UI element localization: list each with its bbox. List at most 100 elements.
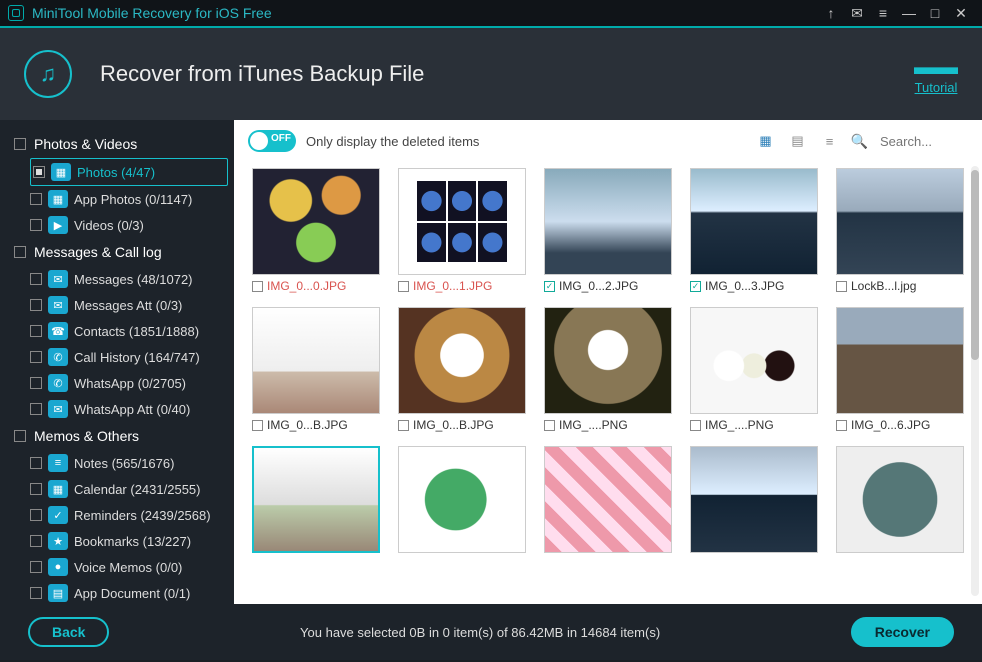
file-cell[interactable]: IMG_0...1.JPG <box>398 168 526 297</box>
recover-button[interactable]: Recover <box>851 617 954 647</box>
thumbnail[interactable] <box>544 168 672 275</box>
item-checkbox[interactable] <box>30 351 42 363</box>
thumbnail[interactable] <box>398 446 526 553</box>
thumbnail[interactable] <box>690 307 818 414</box>
file-cell[interactable]: IMG_0...0.JPG <box>252 168 380 297</box>
close-icon[interactable]: ✕ <box>948 0 974 26</box>
category-header[interactable]: Memos & Others <box>10 422 228 450</box>
sidebar-item[interactable]: ▶Videos (0/3) <box>30 212 228 238</box>
calendar-view-icon[interactable]: ▤ <box>787 130 809 152</box>
file-cell[interactable] <box>252 446 380 553</box>
file-checkbox[interactable]: ✓ <box>544 281 555 292</box>
file-cell[interactable] <box>544 446 672 553</box>
item-checkbox[interactable] <box>30 561 42 573</box>
item-checkbox[interactable] <box>30 193 42 205</box>
thumbnail[interactable] <box>252 307 380 414</box>
scrollbar[interactable] <box>971 166 979 596</box>
file-cell[interactable] <box>398 446 526 553</box>
sidebar-item[interactable]: ▦Calendar (2431/2555) <box>30 476 228 502</box>
item-checkbox[interactable] <box>30 587 42 599</box>
thumbnail[interactable] <box>544 307 672 414</box>
item-label: Messages (48/1072) <box>74 272 193 287</box>
file-checkbox[interactable] <box>252 420 263 431</box>
thumbnail[interactable] <box>544 446 672 553</box>
file-checkbox[interactable] <box>836 420 847 431</box>
menu-icon[interactable]: ≡ <box>870 0 896 26</box>
file-cell[interactable]: IMG_....PNG <box>544 307 672 436</box>
item-checkbox[interactable] <box>30 457 42 469</box>
sidebar-item[interactable]: ≡Notes (565/1676) <box>30 450 228 476</box>
category-label: Messages & Call log <box>34 244 162 260</box>
sidebar-item[interactable]: ▦Photos (4/47) <box>30 158 228 186</box>
search-input[interactable] <box>878 132 968 151</box>
minimize-icon[interactable]: — <box>896 0 922 26</box>
item-icon: ▤ <box>48 584 68 602</box>
grid-view-icon[interactable]: ▦ <box>755 130 777 152</box>
thumbnail[interactable] <box>398 168 526 275</box>
sidebar-item[interactable]: ▦App Photos (0/1147) <box>30 186 228 212</box>
item-label: Call History (164/747) <box>74 350 200 365</box>
thumbnail[interactable] <box>690 446 818 553</box>
upload-icon[interactable]: ↑ <box>818 0 844 26</box>
sidebar-item[interactable]: ●Voice Memos (0/0) <box>30 554 228 580</box>
item-icon: ✉ <box>48 296 68 314</box>
category-checkbox[interactable] <box>14 246 26 258</box>
category-header[interactable]: Photos & Videos <box>10 130 228 158</box>
file-checkbox[interactable] <box>836 281 847 292</box>
deleted-only-toggle[interactable]: OFF <box>248 130 296 152</box>
thumbnail[interactable] <box>690 168 818 275</box>
item-checkbox[interactable] <box>30 325 42 337</box>
item-label: App Document (0/1) <box>74 586 190 601</box>
file-cell[interactable]: IMG_0...B.JPG <box>252 307 380 436</box>
file-checkbox[interactable] <box>398 420 409 431</box>
item-label: Messages Att (0/3) <box>74 298 182 313</box>
sidebar-item[interactable]: ✉ Messages Att (0/3) <box>30 292 228 318</box>
item-icon: ✆ <box>48 374 68 392</box>
back-button[interactable]: Back <box>28 617 109 647</box>
item-checkbox[interactable] <box>30 483 42 495</box>
file-cell[interactable]: IMG_0...B.JPG <box>398 307 526 436</box>
file-cell[interactable]: ✓IMG_0...2.JPG <box>544 168 672 297</box>
mail-icon[interactable]: ✉ <box>844 0 870 26</box>
thumbnail[interactable] <box>836 307 964 414</box>
file-cell[interactable]: IMG_0...6.JPG <box>836 307 964 436</box>
item-checkbox[interactable] <box>30 535 42 547</box>
category-checkbox[interactable] <box>14 138 26 150</box>
file-cell[interactable]: LockB...l.jpg <box>836 168 964 297</box>
thumbnail[interactable] <box>398 307 526 414</box>
category-checkbox[interactable] <box>14 430 26 442</box>
file-cell[interactable] <box>690 446 818 553</box>
list-view-icon[interactable]: ≡ <box>819 130 841 152</box>
sidebar-item[interactable]: ✉Messages (48/1072) <box>30 266 228 292</box>
thumbnail[interactable] <box>252 168 380 275</box>
file-checkbox[interactable] <box>544 420 555 431</box>
item-checkbox[interactable] <box>30 377 42 389</box>
sidebar-item[interactable]: ☎Contacts (1851/1888) <box>30 318 228 344</box>
thumbnail[interactable] <box>836 168 964 275</box>
item-checkbox[interactable] <box>33 166 45 178</box>
file-checkbox[interactable] <box>252 281 263 292</box>
sidebar-item[interactable]: ★Bookmarks (13/227) <box>30 528 228 554</box>
file-cell[interactable]: IMG_....PNG <box>690 307 818 436</box>
sidebar-item[interactable]: ✉WhatsApp Att (0/40) <box>30 396 228 422</box>
file-checkbox[interactable] <box>690 420 701 431</box>
item-checkbox[interactable] <box>30 219 42 231</box>
item-checkbox[interactable] <box>30 273 42 285</box>
sidebar-item[interactable]: ✆WhatsApp (0/2705) <box>30 370 228 396</box>
file-checkbox[interactable] <box>398 281 409 292</box>
sidebar-item[interactable]: ✆Call History (164/747) <box>30 344 228 370</box>
file-cell[interactable] <box>836 446 964 553</box>
sidebar-item[interactable]: ✓Reminders (2439/2568) <box>30 502 228 528</box>
category-header[interactable]: Messages & Call log <box>10 238 228 266</box>
item-checkbox[interactable] <box>30 299 42 311</box>
file-checkbox[interactable]: ✓ <box>690 281 701 292</box>
thumbnail[interactable] <box>836 446 964 553</box>
thumbnail[interactable] <box>252 446 380 553</box>
tutorial-link[interactable]: ▬▬ Tutorial <box>914 54 958 95</box>
item-checkbox[interactable] <box>30 509 42 521</box>
maximize-icon[interactable]: □ <box>922 0 948 26</box>
sidebar-item[interactable]: ▤ App Document (0/1) <box>30 580 228 604</box>
item-checkbox[interactable] <box>30 403 42 415</box>
file-caption: IMG_0...6.JPG <box>836 414 964 436</box>
file-cell[interactable]: ✓IMG_0...3.JPG <box>690 168 818 297</box>
